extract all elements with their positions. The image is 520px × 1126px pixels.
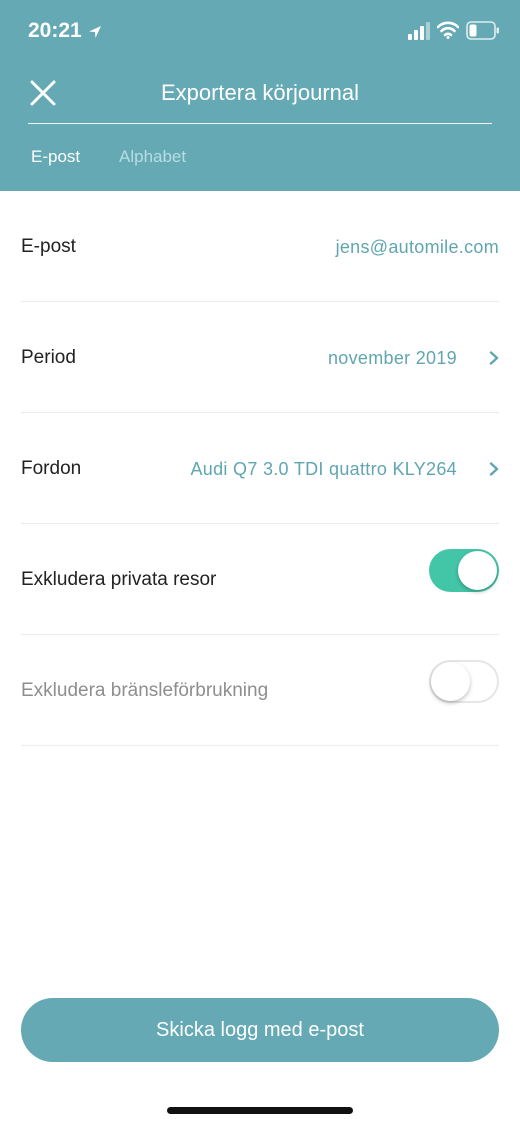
- exclude-private-row: Exkludera privata resor: [21, 524, 499, 635]
- chevron-right-icon: [489, 351, 499, 365]
- vehicle-value: Audi Q7 3.0 TDI quattro KLY264: [190, 459, 457, 479]
- chevron-right-icon: [489, 462, 499, 476]
- toggle-knob: [458, 551, 497, 590]
- wifi-icon: [437, 21, 459, 39]
- exclude-private-toggle[interactable]: [429, 549, 499, 592]
- status-bar: 20:21: [0, 0, 520, 64]
- page-title: Exportera körjournal: [160, 80, 360, 105]
- tab-email[interactable]: E-post: [31, 146, 80, 168]
- status-time: 20:21: [28, 19, 82, 42]
- header-divider: [28, 123, 492, 124]
- email-value: jens@automile.com: [335, 237, 499, 257]
- battery-icon: [466, 21, 499, 40]
- location-arrow-icon: [89, 26, 101, 38]
- header: 20:21 Exportera körjournal E-post Alphab…: [0, 0, 520, 191]
- toggle-knob: [431, 662, 470, 701]
- exclude-private-label: Exkludera privata resor: [21, 569, 217, 590]
- cellular-signal-icon: [408, 22, 430, 40]
- email-row[interactable]: E-post jens@automile.com: [21, 191, 499, 302]
- home-indicator: [167, 1107, 353, 1114]
- vehicle-row[interactable]: Fordon Audi Q7 3.0 TDI quattro KLY264: [21, 413, 499, 524]
- period-value: november 2019: [328, 348, 457, 368]
- email-label: E-post: [21, 236, 76, 257]
- send-log-button[interactable]: Skicka logg med e-post: [21, 998, 499, 1062]
- exclude-fuel-toggle[interactable]: [429, 660, 499, 703]
- exclude-fuel-label: Exkludera bränsleförbrukning: [21, 680, 269, 701]
- period-label: Period: [21, 347, 76, 368]
- exclude-fuel-row: Exkludera bränsleförbrukning: [21, 635, 499, 746]
- vehicle-label: Fordon: [21, 458, 82, 479]
- period-row[interactable]: Period november 2019: [21, 302, 499, 413]
- tab-alphabet[interactable]: Alphabet: [119, 146, 186, 168]
